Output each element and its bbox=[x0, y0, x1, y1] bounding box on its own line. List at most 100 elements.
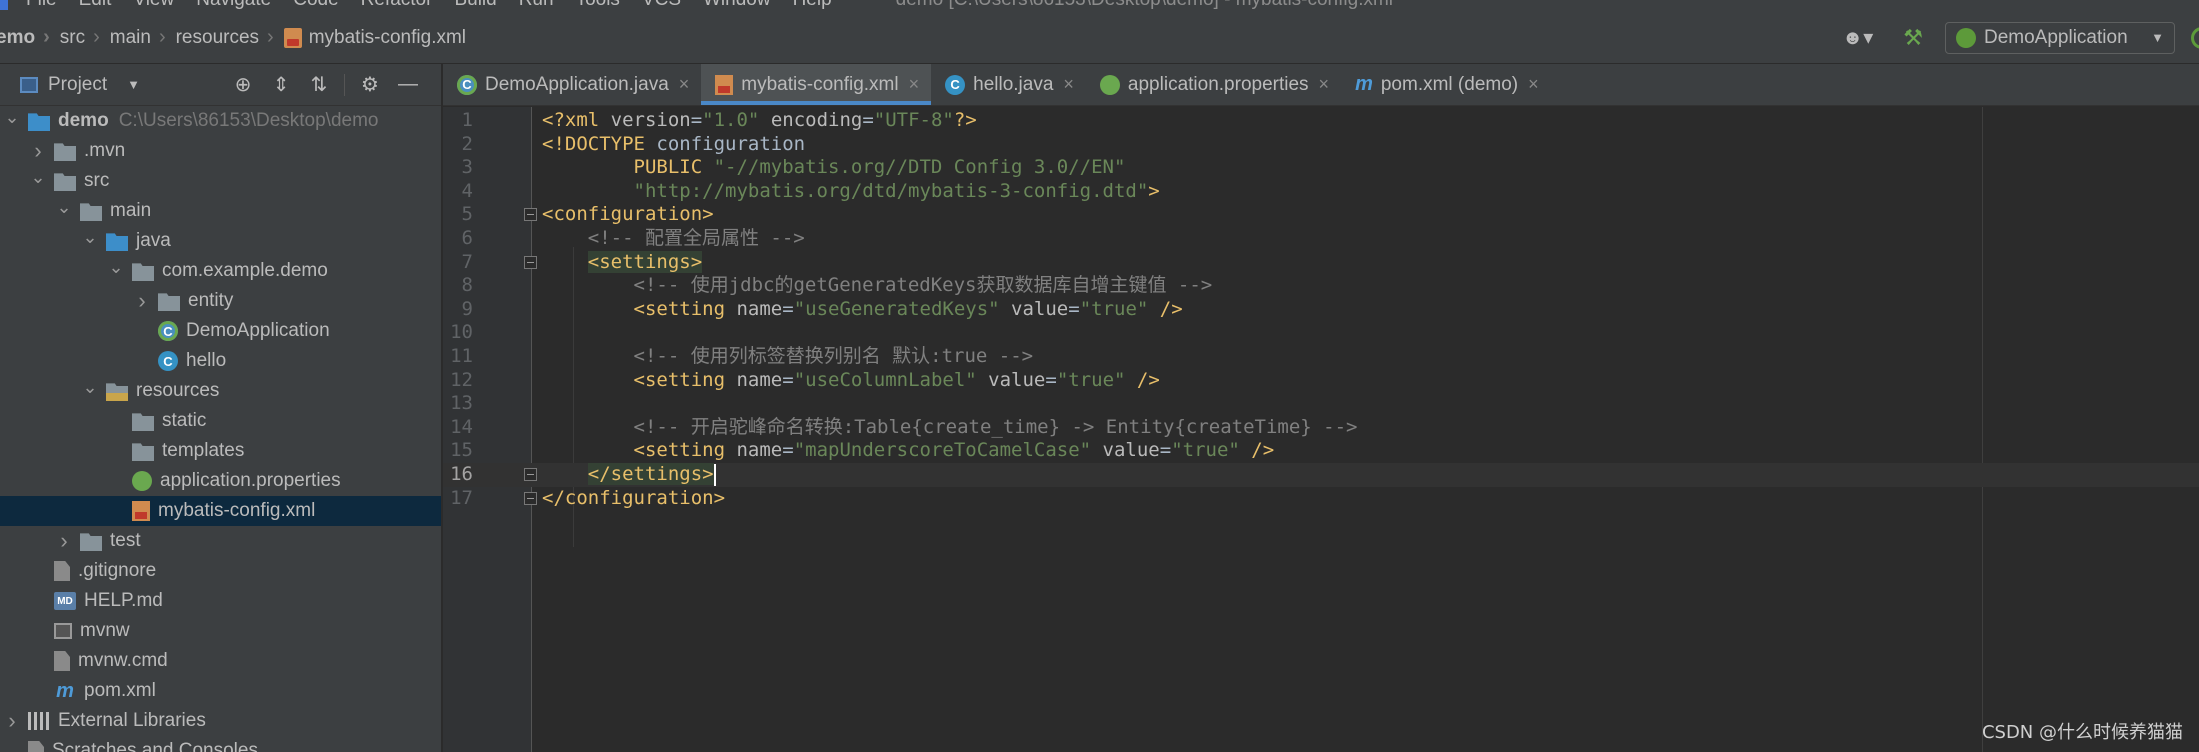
close-icon[interactable]: × bbox=[1319, 74, 1330, 95]
menu-view[interactable]: View bbox=[133, 0, 174, 11]
chevron-down-icon[interactable]: ⌄ bbox=[82, 377, 98, 398]
line-number: 10 bbox=[450, 321, 473, 344]
code-text: <!-- 使用jdbc的getGeneratedKeys获取数据库自增主键值 -… bbox=[542, 274, 1213, 298]
tree-item[interactable]: › .mvn bbox=[0, 136, 441, 166]
tree-item[interactable]: ›mvnw.cmd bbox=[0, 646, 441, 676]
menu-help[interactable]: Help bbox=[793, 0, 832, 11]
tree-item[interactable]: ›mvnw bbox=[0, 616, 441, 646]
breadcrumb-item[interactable]: resources › bbox=[176, 26, 284, 49]
collapse-all-icon[interactable]: ⇅ bbox=[300, 72, 338, 97]
menu-bar: File Edit View Navigate Code Refactor Build Run… bbox=[0, 0, 2199, 12]
tree-item[interactable]: ›Chello bbox=[0, 346, 441, 376]
chevron-down-icon: ▼ bbox=[2151, 30, 2164, 45]
menu-refactor[interactable]: Refactor bbox=[361, 0, 433, 11]
expand-all-icon[interactable]: ⇕ bbox=[262, 72, 300, 97]
code-token: version bbox=[610, 109, 691, 131]
editor-tab[interactable]: m pom.xml (demo) × bbox=[1341, 64, 1551, 105]
run-icon[interactable] bbox=[2191, 26, 2199, 49]
code-editor[interactable]: 1 <?xml version="1.0" encoding="UTF-8"?> 2… bbox=[443, 107, 2199, 752]
editor-tab-bar: C DemoApplication.java × mybatis-config.xml… bbox=[443, 64, 2199, 106]
code-token: <!-- 开启驼峰命名转换:Table{create_time} -> Enti… bbox=[633, 415, 1358, 438]
tree-item[interactable]: ⌄ com.example.demo bbox=[0, 256, 441, 286]
tree-item[interactable]: ⌄ src bbox=[0, 166, 441, 196]
chevron-right-icon[interactable]: › bbox=[4, 708, 20, 734]
code-token: /> bbox=[1239, 439, 1275, 462]
fold-marker-icon[interactable] bbox=[524, 468, 537, 481]
project-title[interactable]: Project bbox=[48, 74, 107, 96]
tree-item[interactable]: ⌄ demo C:\Users\86153\Desktop\demo bbox=[0, 106, 441, 136]
tree-item[interactable]: ›application.properties bbox=[0, 466, 441, 496]
class-icon: C bbox=[945, 74, 966, 95]
menu-edit[interactable]: Edit bbox=[79, 0, 112, 11]
editor-tab-label: pom.xml (demo) bbox=[1380, 73, 1519, 95]
close-icon[interactable]: × bbox=[679, 74, 690, 95]
tree-item[interactable]: ›MDHELP.md bbox=[0, 586, 441, 616]
close-icon[interactable]: × bbox=[909, 74, 920, 95]
tree-item[interactable]: ›mpom.xml bbox=[0, 676, 441, 706]
chevron-down-icon[interactable]: ⌄ bbox=[4, 107, 20, 128]
breadcrumb-item[interactable]: main › bbox=[110, 26, 176, 49]
tree-item[interactable]: ›mybatis-config.xml bbox=[0, 496, 441, 526]
code-line: 12 <setting name="useColumnLabel" value=… bbox=[443, 369, 2199, 393]
chevron-down-icon[interactable]: ⌄ bbox=[108, 257, 124, 278]
code-token: <!-- 使用jdbc的getGeneratedKeys获取数据库自增主键值 -… bbox=[633, 274, 1213, 297]
menu-window[interactable]: Window bbox=[703, 0, 771, 11]
chevron-down-icon[interactable]: ▼ bbox=[127, 77, 140, 92]
chevron-down-icon[interactable]: ⌄ bbox=[82, 227, 98, 248]
run-configuration-select[interactable]: DemoApplication ▼ bbox=[1945, 21, 2175, 54]
editor-tab[interactable]: C DemoApplication.java × bbox=[443, 64, 701, 105]
spring-class-icon: C bbox=[158, 321, 178, 341]
navigation-bar: emo › src › main › resources › mybatis-config.xm… bbox=[0, 12, 2199, 64]
chevron-right-icon[interactable]: › bbox=[56, 528, 72, 554]
tree-item[interactable]: › test bbox=[0, 526, 441, 556]
chevron-down-icon[interactable]: ⌄ bbox=[30, 167, 46, 188]
package-icon bbox=[132, 263, 154, 281]
spring-boot-icon bbox=[1956, 27, 1976, 48]
breadcrumb-item[interactable]: emo › bbox=[0, 26, 60, 49]
tree-item[interactable]: ›CDemoApplication bbox=[0, 316, 441, 346]
fold-marker-icon[interactable] bbox=[524, 491, 537, 505]
project-toolbar: Project ▼ ⊕ ⇕ ⇅ ⚙ — bbox=[0, 64, 441, 106]
fold-marker-icon[interactable] bbox=[524, 208, 537, 222]
user-account-icon[interactable]: ☻▾ bbox=[1842, 25, 1873, 50]
tree-item[interactable]: › entity bbox=[0, 286, 441, 316]
breadcrumb-item[interactable]: src › bbox=[60, 26, 110, 49]
tree-item-label: main bbox=[110, 200, 152, 221]
tree-item[interactable]: ⌄ java bbox=[0, 226, 441, 256]
menu-vcs[interactable]: VCS bbox=[642, 0, 681, 11]
tree-item-label: templates bbox=[162, 440, 245, 461]
tree-item[interactable]: ›static bbox=[0, 406, 441, 436]
hide-panel-icon[interactable]: — bbox=[389, 73, 427, 96]
tree-item[interactable]: ›.gitignore bbox=[0, 556, 441, 586]
menu-file[interactable]: File bbox=[26, 0, 57, 11]
editor-tab[interactable]: mybatis-config.xml × bbox=[701, 64, 932, 105]
tree-item[interactable]: ›Scratches and Consoles bbox=[0, 736, 441, 752]
tree-item[interactable]: ⌄ main bbox=[0, 196, 441, 226]
menu-navigate[interactable]: Navigate bbox=[196, 0, 271, 11]
properties-icon bbox=[132, 471, 152, 491]
menu-build[interactable]: Build bbox=[454, 0, 496, 11]
tree-item[interactable]: ›templates bbox=[0, 436, 441, 466]
tree-item[interactable]: › External Libraries bbox=[0, 706, 441, 736]
tree-item-label: java bbox=[136, 230, 171, 251]
menu-code[interactable]: Code bbox=[293, 0, 338, 11]
menu-run[interactable]: Run bbox=[519, 0, 554, 11]
code-line: 7 <settings> bbox=[443, 250, 2199, 275]
close-icon[interactable]: × bbox=[1063, 74, 1074, 95]
fold-marker-icon[interactable] bbox=[524, 255, 537, 269]
editor-tab[interactable]: application.properties × bbox=[1086, 64, 1341, 105]
menu-tools[interactable]: Tools bbox=[576, 0, 620, 11]
chevron-down-icon[interactable]: ⌄ bbox=[56, 197, 72, 218]
build-hammer-icon[interactable]: ⚒ bbox=[1903, 25, 1923, 51]
close-icon[interactable]: × bbox=[1528, 74, 1539, 95]
locate-file-icon[interactable]: ⊕ bbox=[224, 72, 262, 97]
code-token: <!-- 使用列标签替换列别名 默认:true --> bbox=[633, 345, 1034, 367]
editor-tab[interactable]: Chello.java × bbox=[931, 64, 1086, 105]
chevron-right-icon[interactable]: › bbox=[134, 288, 150, 314]
tree-item[interactable]: ⌄ resources bbox=[0, 376, 441, 406]
gear-icon[interactable]: ⚙ bbox=[351, 72, 389, 97]
breadcrumb-item[interactable]: mybatis-config.xml bbox=[283, 27, 466, 49]
chevron-right-icon[interactable]: › bbox=[30, 138, 46, 164]
